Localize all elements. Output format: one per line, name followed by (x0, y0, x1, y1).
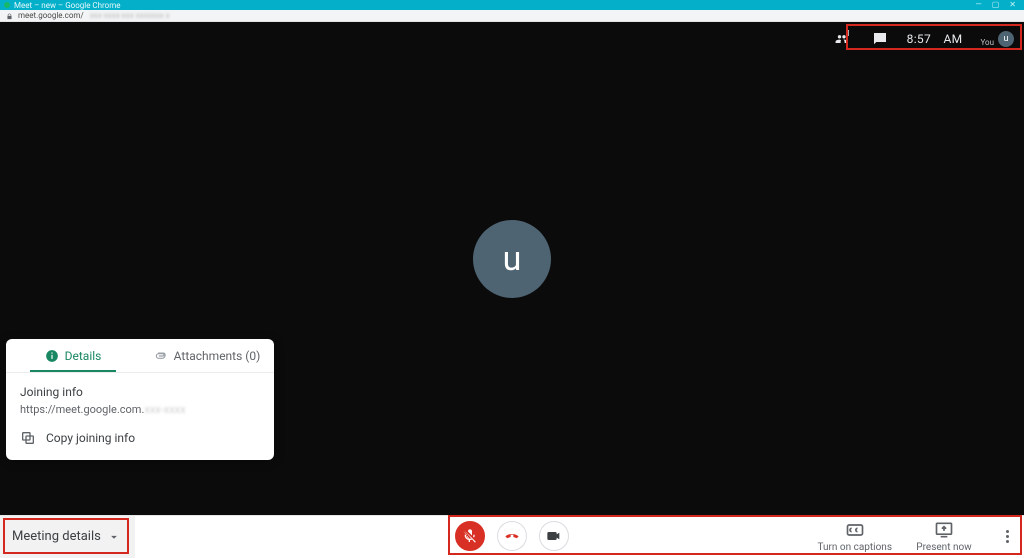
camera-toggle-button[interactable] (539, 521, 569, 551)
self-avatar-small[interactable]: u (998, 31, 1014, 47)
call-controls (455, 521, 569, 551)
more-options-button[interactable] (996, 530, 1018, 543)
hangup-button[interactable] (497, 521, 527, 551)
lock-icon (6, 13, 12, 19)
tab-favicon (4, 2, 10, 8)
meeting-details-panel: Details Attachments (0) Joining info htt… (6, 339, 274, 460)
copy-joining-info-button[interactable]: Copy joining info (20, 430, 260, 446)
attachment-icon (154, 349, 168, 363)
tab-details[interactable]: Details (6, 339, 140, 372)
url-path-redacted: xxx-xxxx-xxx xxxxxxx x (90, 11, 170, 20)
joining-link: https://meet.google.com.xxx-xxxx (20, 403, 260, 416)
video-stage: 1 8:57 AM You u u Details Attachments (0… (0, 22, 1024, 515)
window-close-icon[interactable]: ✕ (1009, 0, 1016, 9)
window-title: Meet – new – Google Chrome (14, 1, 121, 10)
window-titlebar: Meet – new – Google Chrome — ▢ ✕ (0, 0, 1024, 10)
bottom-toolbar: Meeting details Turn on captions Present… (0, 515, 1024, 557)
window-minimize-icon[interactable]: — (975, 0, 981, 9)
microphone-toggle-button[interactable] (455, 521, 485, 551)
you-label: You (980, 38, 994, 47)
present-button[interactable]: Present now (914, 520, 974, 553)
copy-icon (20, 430, 36, 446)
info-icon (45, 349, 59, 363)
captions-button[interactable]: Turn on captions (818, 520, 893, 553)
address-bar[interactable]: meet.google.com/ xxx-xxxx-xxx xxxxxxx x (0, 10, 1024, 22)
chat-icon[interactable] (871, 30, 889, 48)
tab-attachments[interactable]: Attachments (0) (140, 339, 274, 372)
meeting-details-button[interactable]: Meeting details (0, 516, 135, 558)
clock: 8:57 AM (907, 32, 963, 46)
participants-count: 1 (846, 29, 851, 38)
joining-info-label: Joining info (20, 385, 260, 399)
url-host: meet.google.com/ (18, 11, 84, 20)
participant-avatar: u (473, 220, 551, 298)
avatar-letter: u (503, 239, 522, 279)
present-icon (934, 520, 954, 540)
captions-icon (845, 520, 865, 540)
participants-icon[interactable]: 1 (835, 30, 853, 48)
window-maximize-icon[interactable]: ▢ (992, 0, 1000, 9)
chevron-down-icon (107, 530, 121, 544)
stage-top-toolbar: 1 8:57 AM You u (829, 26, 1020, 52)
